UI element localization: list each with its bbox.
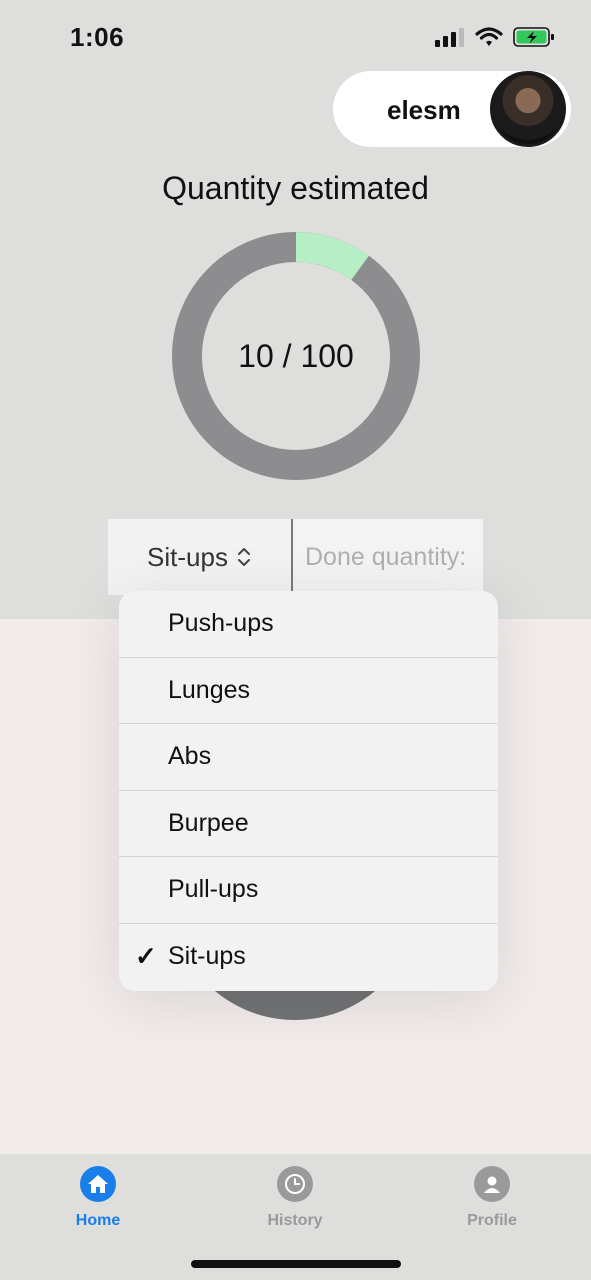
wifi-icon bbox=[475, 27, 503, 46]
menu-item-label: Pull-ups bbox=[168, 875, 259, 904]
tab-profile[interactable]: Profile bbox=[432, 1166, 552, 1230]
progress-label: 10 / 100 bbox=[238, 337, 354, 374]
signal-icon bbox=[435, 28, 464, 47]
checkmark-icon: ✓ bbox=[135, 941, 157, 972]
menu-item-burpee[interactable]: Burpee bbox=[119, 791, 498, 857]
user-pill[interactable]: elesm bbox=[333, 71, 571, 147]
done-quantity-input[interactable]: Done quantity: bbox=[293, 519, 483, 595]
home-indicator bbox=[191, 1260, 401, 1268]
tab-label: Home bbox=[75, 1212, 121, 1229]
chevron-updown-icon bbox=[237, 548, 250, 566]
tab-label: History bbox=[267, 1212, 323, 1229]
avatar[interactable] bbox=[490, 71, 566, 147]
user-name: elesm bbox=[387, 95, 461, 125]
menu-item-label: Abs bbox=[168, 742, 212, 771]
battery-icon bbox=[513, 27, 554, 47]
menu-item-label: Burpee bbox=[168, 808, 249, 837]
status-time: 1:06 bbox=[70, 22, 125, 52]
tab-history[interactable]: History bbox=[235, 1166, 355, 1230]
person-icon bbox=[474, 1166, 510, 1202]
page-title: Quantity estimated bbox=[162, 170, 429, 206]
menu-item-label: Sit-ups bbox=[168, 942, 246, 971]
menu-item-sit-ups[interactable]: ✓ Sit-ups bbox=[119, 924, 498, 991]
menu-item-push-ups[interactable]: Push-ups bbox=[119, 591, 498, 658]
home-icon bbox=[80, 1166, 116, 1202]
tab-home[interactable]: Home bbox=[38, 1166, 158, 1230]
clock-icon bbox=[277, 1166, 313, 1202]
tab-label: Profile bbox=[467, 1212, 517, 1229]
menu-item-lunges[interactable]: Lunges bbox=[119, 658, 498, 724]
menu-item-abs[interactable]: Abs bbox=[119, 724, 498, 791]
menu-item-label: Lunges bbox=[168, 675, 251, 704]
exercise-select-value: Sit-ups bbox=[147, 541, 228, 572]
status-icons bbox=[435, 26, 555, 48]
exercise-dropdown-menu: Push-ups Lunges Abs Burpee Pull-ups ✓ Si… bbox=[119, 591, 498, 991]
exercise-select[interactable]: Sit-ups bbox=[108, 519, 291, 595]
menu-item-label: Push-ups bbox=[168, 609, 274, 638]
menu-item-pull-ups[interactable]: Pull-ups bbox=[119, 857, 498, 924]
